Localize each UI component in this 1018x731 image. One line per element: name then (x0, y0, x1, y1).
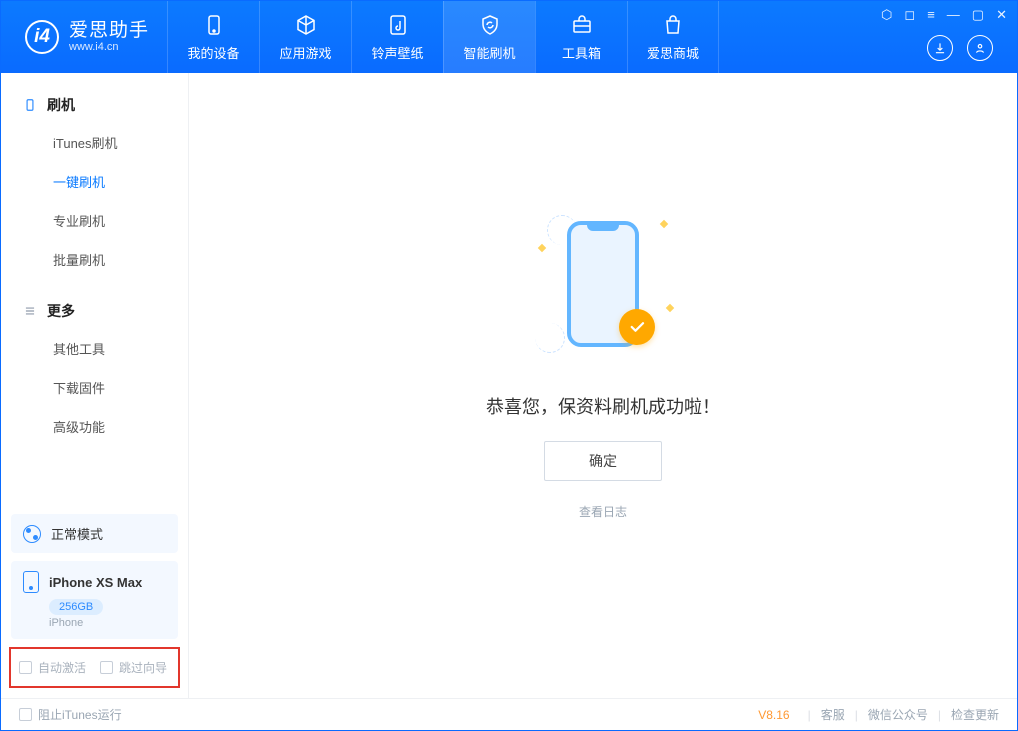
nav-label: 我的设备 (188, 43, 240, 62)
nav-label: 铃声壁纸 (372, 43, 424, 62)
sidebar-item-batch-flash[interactable]: 批量刷机 (1, 240, 188, 279)
phone-icon (202, 13, 226, 37)
cube-icon (294, 13, 318, 37)
check-badge-icon (619, 309, 655, 345)
logo[interactable]: i4 爱思助手 www.i4.cn (1, 20, 167, 54)
top-nav: 我的设备 应用游戏 铃声壁纸 智能刷机 工具箱 爱思商城 (167, 1, 719, 73)
logo-text: 爱思助手 www.i4.cn (69, 21, 149, 54)
sidebar-section-more: 更多 其他工具 下载固件 高级功能 (1, 279, 188, 446)
logo-icon: i4 (25, 20, 59, 54)
app-name: 爱思助手 (69, 21, 149, 42)
device-card[interactable]: iPhone XS Max 256GB iPhone (11, 561, 178, 639)
sidebar-heading-flash: 刷机 (1, 87, 188, 123)
nav-toolbox[interactable]: 工具箱 (535, 1, 627, 73)
sidebar-item-download-firmware[interactable]: 下载固件 (1, 368, 188, 407)
minimize-button[interactable]: — (947, 7, 960, 23)
device-name: iPhone XS Max (49, 575, 142, 590)
feedback-icon[interactable]: ◻ (904, 7, 915, 23)
sidebar-item-advanced[interactable]: 高级功能 (1, 407, 188, 446)
skip-guide-label: 跳过向导 (119, 659, 167, 676)
sidebar-item-one-click-flash[interactable]: 一键刷机 (1, 162, 188, 201)
success-message: 恭喜您，保资料刷机成功啦！ (486, 393, 720, 419)
download-icon (933, 41, 947, 55)
auto-activate-label: 自动激活 (38, 659, 86, 676)
device-icon (23, 571, 39, 593)
version-label: V8.16 (758, 708, 789, 722)
block-itunes-checkbox[interactable]: 阻止iTunes运行 (19, 706, 122, 723)
wechat-link[interactable]: 微信公众号 (868, 706, 928, 723)
sidebar-item-pro-flash[interactable]: 专业刷机 (1, 201, 188, 240)
nav-label: 智能刷机 (464, 43, 516, 62)
tshirt-icon[interactable]: ⬡ (881, 7, 892, 23)
nav-label: 工具箱 (562, 43, 601, 62)
nav-store[interactable]: 爱思商城 (627, 1, 719, 73)
nav-label: 应用游戏 (280, 43, 332, 62)
skip-guide-checkbox[interactable]: 跳过向导 (100, 659, 167, 676)
auto-activate-checkbox[interactable]: 自动激活 (19, 659, 86, 676)
check-update-link[interactable]: 检查更新 (951, 706, 999, 723)
music-file-icon (386, 13, 410, 37)
section-title: 刷机 (47, 95, 75, 115)
mode-icon (23, 525, 41, 543)
app-body: 刷机 iTunes刷机 一键刷机 专业刷机 批量刷机 更多 其他工具 下载固件 … (1, 73, 1017, 698)
mode-card[interactable]: 正常模式 (11, 514, 178, 553)
phone-success-illustration (533, 211, 673, 371)
auto-options-highlight: 自动激活 跳过向导 (9, 647, 180, 688)
header-right-actions (927, 35, 993, 61)
device-small-icon (23, 98, 37, 112)
checkbox-icon (19, 708, 32, 721)
bag-icon (661, 13, 685, 37)
support-link[interactable]: 客服 (821, 706, 845, 723)
section-title: 更多 (47, 301, 75, 321)
sidebar-section-flash: 刷机 iTunes刷机 一键刷机 专业刷机 批量刷机 (1, 73, 188, 279)
success-panel: 恭喜您，保资料刷机成功啦！ 确定 查看日志 (486, 211, 720, 520)
sidebar-heading-more: 更多 (1, 293, 188, 329)
download-button[interactable] (927, 35, 953, 61)
nav-label: 爱思商城 (647, 43, 699, 62)
status-bar: 阻止iTunes运行 V8.16 | 客服 | 微信公众号 | 检查更新 (1, 698, 1017, 730)
toolbox-icon (570, 13, 594, 37)
shield-refresh-icon (478, 13, 502, 37)
app-url: www.i4.cn (69, 41, 149, 53)
user-icon (973, 41, 987, 55)
main-content: 恭喜您，保资料刷机成功啦！ 确定 查看日志 (189, 73, 1017, 698)
device-storage-badge: 256GB (49, 599, 103, 615)
window-controls: ⬡ ◻ ≡ — ▢ ✕ (881, 7, 1007, 23)
sidebar-item-itunes-flash[interactable]: iTunes刷机 (1, 123, 188, 162)
device-type: iPhone (49, 617, 166, 629)
nav-apps[interactable]: 应用游戏 (259, 1, 351, 73)
checkbox-icon (100, 661, 113, 674)
block-itunes-label: 阻止iTunes运行 (38, 706, 122, 723)
nav-flash[interactable]: 智能刷机 (443, 1, 535, 73)
sidebar: 刷机 iTunes刷机 一键刷机 专业刷机 批量刷机 更多 其他工具 下载固件 … (1, 73, 189, 698)
view-log-link[interactable]: 查看日志 (579, 503, 627, 520)
list-icon (23, 304, 37, 318)
sidebar-item-other-tools[interactable]: 其他工具 (1, 329, 188, 368)
menu-icon[interactable]: ≡ (927, 7, 935, 23)
account-button[interactable] (967, 35, 993, 61)
close-button[interactable]: ✕ (996, 7, 1007, 23)
ok-button[interactable]: 确定 (544, 441, 662, 481)
nav-mydevice[interactable]: 我的设备 (167, 1, 259, 73)
sidebar-bottom: 正常模式 iPhone XS Max 256GB iPhone 自动激活 跳过向… (1, 506, 188, 698)
nav-ringtones[interactable]: 铃声壁纸 (351, 1, 443, 73)
mode-label: 正常模式 (51, 524, 103, 543)
maximize-button[interactable]: ▢ (972, 7, 984, 23)
checkbox-icon (19, 661, 32, 674)
app-header: i4 爱思助手 www.i4.cn 我的设备 应用游戏 铃声壁纸 智能刷机 工具… (1, 1, 1017, 73)
